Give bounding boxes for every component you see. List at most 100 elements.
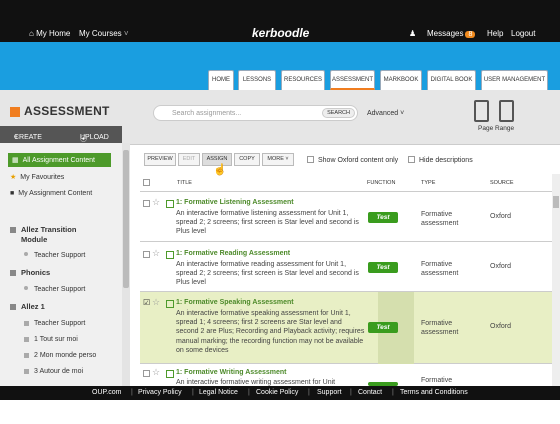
folder-icon	[10, 304, 16, 310]
expand-icon	[24, 321, 29, 326]
search-box: Search assignments... SEARCH	[153, 105, 358, 121]
footer-link-oup[interactable]: OUP.com	[92, 389, 121, 396]
row-title[interactable]: 1: Formative Speaking Assessment	[176, 299, 294, 306]
tab-assessment[interactable]: ASSESSMENT	[330, 70, 375, 90]
preview-button[interactable]: PREVIEW	[144, 153, 176, 166]
show-oxford-toggle[interactable]: Show Oxford content only	[307, 156, 398, 164]
kerboodle-logo: kerboodle	[252, 26, 310, 40]
tab-digital-book[interactable]: DIGITAL BOOK	[427, 70, 476, 90]
sidebar-item-all-content[interactable]: ▦ All Assignment Content	[8, 153, 111, 167]
chevron-down-icon: ˅	[285, 156, 289, 162]
user-icon[interactable]: ♟	[409, 29, 416, 38]
more-dropdown[interactable]: MORE ˅	[262, 153, 294, 166]
star-icon[interactable]: ☆	[152, 197, 160, 208]
sidebar-item-transition[interactable]: Allez Transition Module	[10, 225, 91, 245]
sidebar-item-phonics-support[interactable]: Teacher Support	[24, 286, 85, 293]
star-icon[interactable]: ☆	[152, 297, 160, 308]
messages-link[interactable]: Messages 8	[427, 29, 476, 38]
bullet-icon	[24, 252, 28, 256]
footer-link-legal[interactable]: Legal Notice	[199, 389, 238, 396]
expand-icon	[24, 353, 29, 358]
edit-button[interactable]: EDIT	[178, 153, 200, 166]
row-source: Oxford	[490, 213, 512, 220]
sidebar-scrollbar-thumb[interactable]	[123, 150, 129, 288]
page-title: ASSESSMENT	[24, 104, 110, 118]
assessment-type-icon	[166, 300, 174, 308]
descriptions-checkbox[interactable]	[408, 156, 415, 163]
tab-markbook[interactable]: MARKBOOK	[380, 70, 422, 90]
row-description: An interactive formative reading assessm…	[176, 261, 359, 287]
page-range-end-icon[interactable]	[499, 100, 514, 122]
tab-resources[interactable]: RESOURCES	[281, 70, 325, 90]
row-type: Formative assessment	[421, 211, 459, 227]
footer-link-contact[interactable]: Contact	[358, 389, 382, 396]
home-icon: ⌂	[29, 29, 34, 38]
star-icon[interactable]: ☆	[152, 367, 160, 378]
row-checkbox[interactable]	[143, 370, 150, 377]
copy-button[interactable]: COPY	[234, 153, 260, 166]
select-all-checkbox[interactable]	[143, 179, 150, 186]
logout-link[interactable]: Logout	[511, 29, 535, 38]
page-range-start-icon[interactable]	[474, 100, 489, 122]
create-bar: + CREATE ⦿ UPLOAD	[0, 126, 122, 143]
row-source: Oxford	[490, 263, 512, 270]
assessment-type-icon	[166, 370, 174, 378]
chevron-down-icon: ˅	[400, 110, 405, 117]
row-checkbox[interactable]	[143, 200, 150, 207]
advanced-search-dropdown[interactable]: Advanced ˅	[367, 110, 404, 117]
chevron-down-icon: ˅	[123, 29, 129, 38]
column-type[interactable]: TYPE	[421, 180, 435, 186]
bullet-icon	[24, 286, 28, 290]
tab-user-management[interactable]: USER MANAGEMENT	[481, 70, 548, 90]
row-checkbox[interactable]	[143, 251, 150, 258]
row-description: An interactive formative writing assessm…	[176, 379, 336, 386]
column-title[interactable]: TITLE	[177, 180, 192, 186]
sidebar-item-phonics[interactable]: Phonics	[10, 268, 50, 277]
sidebar-item-my-content[interactable]: ■ My Assignment Content	[10, 190, 92, 197]
grid-icon: ▦	[12, 157, 19, 164]
row-checkbox-checked[interactable]: ☑	[143, 298, 150, 307]
help-link[interactable]: Help	[487, 29, 503, 38]
folder-icon	[10, 270, 16, 276]
top-bar: ⌂ My Home My Courses ˅ kerboodle ♟ Messa…	[0, 0, 560, 42]
column-function[interactable]: FUNCTION	[367, 180, 395, 186]
tab-lessons[interactable]: LESSONS	[238, 70, 276, 90]
row-title[interactable]: 1: Formative Listening Assessment	[176, 199, 294, 206]
main-scrollbar-thumb[interactable]	[553, 196, 559, 208]
row-type: Formative assessment	[421, 261, 459, 277]
lock-icon: ■	[10, 190, 15, 197]
sidebar-item-transition-support[interactable]: Teacher Support	[24, 252, 85, 259]
assessment-square-icon	[10, 107, 20, 117]
tab-home[interactable]: HOME	[208, 70, 234, 90]
function-badge: Test	[368, 212, 398, 223]
sidebar-item-allez1[interactable]: Allez 1	[10, 302, 45, 311]
star-icon: ★	[10, 174, 17, 181]
star-icon[interactable]: ☆	[152, 248, 160, 259]
footer-link-privacy[interactable]: Privacy Policy	[138, 389, 182, 396]
sidebar-item-favourites[interactable]: ★ My Favourites	[10, 173, 64, 181]
oxford-checkbox[interactable]	[307, 156, 314, 163]
footer-link-terms[interactable]: Terms and Conditions	[400, 389, 468, 396]
sidebar-item-unit3[interactable]: 3 Autour de moi	[24, 368, 83, 375]
row-title[interactable]: 1: Formative Writing Assessment	[176, 369, 286, 376]
home-link[interactable]: ⌂ My Home	[29, 29, 70, 38]
folder-icon	[10, 227, 16, 233]
search-button[interactable]: SEARCH	[322, 108, 355, 118]
expand-icon	[24, 369, 29, 374]
nav-bar	[0, 42, 560, 90]
sidebar-item-unit1[interactable]: 1 Tout sur moi	[24, 336, 78, 343]
search-input[interactable]: Search assignments...	[172, 110, 241, 117]
expand-icon	[24, 337, 29, 342]
assessment-type-icon	[166, 200, 174, 208]
column-source[interactable]: SOURCE	[490, 180, 514, 186]
sidebar-item-unit2[interactable]: 2 Mon monde perso	[24, 352, 96, 359]
page-range-label: Page Range	[478, 125, 515, 132]
function-badge: Test	[368, 322, 398, 333]
hide-descriptions-toggle[interactable]: Hide descriptions	[408, 156, 473, 164]
row-source: Oxford	[490, 323, 512, 330]
footer-link-support[interactable]: Support	[317, 389, 342, 396]
courses-menu[interactable]: My Courses ˅	[79, 29, 129, 38]
sidebar-item-allez1-support[interactable]: Teacher Support	[24, 320, 85, 327]
footer-link-cookie[interactable]: Cookie Policy	[256, 389, 298, 396]
row-title[interactable]: 1: Formative Reading Assessment	[176, 250, 290, 257]
